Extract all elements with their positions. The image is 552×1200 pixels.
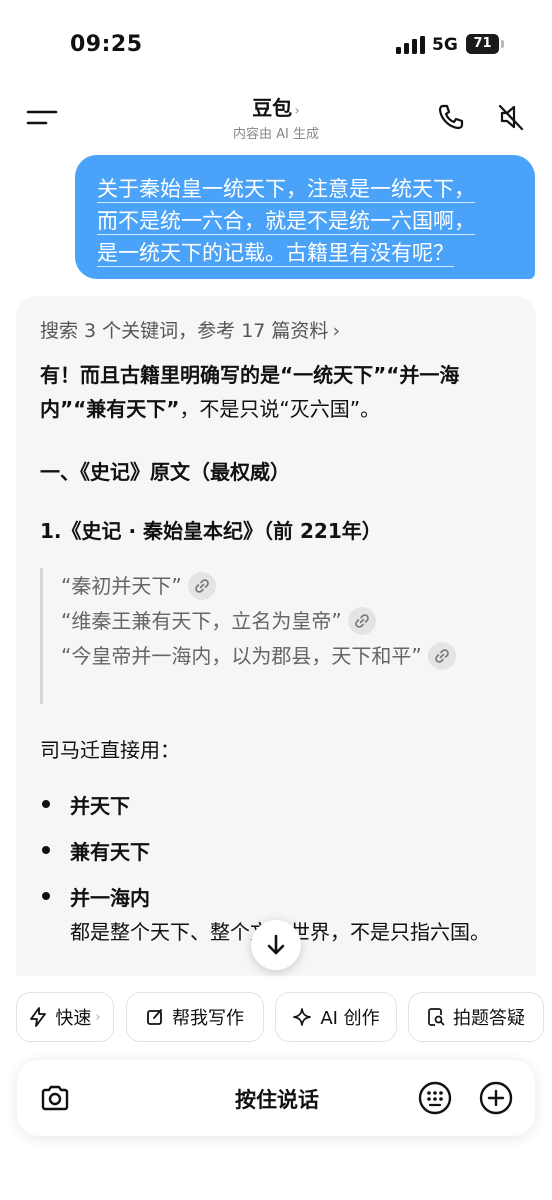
section-heading: 一、《史记》原文（最权威） [40,460,290,484]
chevron-right-icon: › [332,320,341,342]
scroll-down-button[interactable] [251,920,301,970]
photo-qa-button[interactable]: 拍题答疑 [408,992,544,1042]
photo-qa-label: 拍题答疑 [453,1008,525,1029]
quote-block: “秦初并天下” “维秦王兼有天下，立名为皇帝” “今皇帝并一海内，以为郡县，天下… [40,568,512,704]
ai-disclaimer: 内容由 AI 生成 [233,127,319,142]
chat-title: 豆包 [252,96,293,120]
input-bar: 按住说话 [17,1060,535,1136]
intro-part: ，不是只说“灭六国”。 [179,397,381,421]
list-item: 兼有天下 [40,827,512,873]
user-message-text: 关于秦始皇一统天下，注意是一统天下， 而不是统一六合，就是不是统一六国啊， 是一… [97,173,515,269]
search-references-link[interactable]: 搜索 3 个关键词，参考 17 篇资料 › [40,316,512,348]
fast-mode-label: 快速 [55,1008,92,1029]
lead-text: 司马迁直接用： [40,738,180,762]
quote-line: “今皇帝并一海内，以为郡县，天下和平” [61,638,512,673]
chevron-right-icon: › [95,1009,101,1025]
list-item: 并天下 [40,781,512,827]
list-item: 并一海内 [40,873,512,919]
menu-icon[interactable] [26,104,58,130]
quick-actions-bar: 快速 › 帮我写作 AI 创作 拍题答疑 [0,982,552,1056]
intro-part: 有！而且 [40,363,120,387]
list-item-text: 并一海内 [70,885,150,910]
help-write-button[interactable]: 帮我写作 [126,992,264,1042]
signal-icon [396,36,425,54]
plus-icon[interactable] [479,1081,513,1115]
user-message-line: 是一统天下的记载。古籍里有没有呢？ [97,241,454,267]
hold-to-talk-button[interactable]: 按住说话 [167,1084,387,1114]
battery-icon: 71 [466,34,504,54]
ai-answer-card: 搜索 3 个关键词，参考 17 篇资料 › 有！而且古籍里明确写的是“一统天下”“… [16,296,536,976]
quote-line: “秦初并天下” [61,568,512,603]
network-type: 5G [432,35,458,55]
document-search-icon [428,1008,445,1026]
battery-level: 71 [466,34,499,54]
quote-text: “维秦王兼有天下，立名为皇帝” [61,608,342,633]
speaker-muted-icon[interactable] [496,102,526,132]
keyboard-icon[interactable] [418,1081,452,1115]
link-icon[interactable] [427,641,456,670]
fast-mode-button[interactable]: 快速 › [16,992,114,1042]
quote-text: “今皇帝并一海内，以为郡县，天下和平” [61,643,422,668]
help-write-label: 帮我写作 [172,1008,244,1029]
section-subheading: 1.《史记 · 秦始皇本纪》（前 221年） [40,519,382,543]
quote-line: “维秦王兼有天下，立名为皇帝” [61,603,512,638]
arrow-down-icon [267,934,285,955]
user-message-line: 关于秦始皇一统天下，注意是一统天下， [97,177,475,203]
answer-intro: 有！而且古籍里明确写的是“一统天下”“并一海内”“兼有天下”，不是只说“灭六国”… [40,358,512,426]
link-icon[interactable] [347,606,376,635]
camera-icon[interactable] [39,1083,71,1113]
title-chevron-icon: › [294,103,300,119]
status-bar: 09:25 5G 71 [0,0,552,84]
user-message-line: 而不是统一六合，就是不是统一六国啊， [97,209,475,235]
chat-header: 豆包 › 内容由 AI 生成 [0,84,552,150]
chat-title-area[interactable]: 豆包 › 内容由 AI 生成 [176,92,376,142]
ai-create-label: AI 创作 [320,1008,380,1029]
list-item-text: 兼有天下 [70,839,150,864]
status-time: 09:25 [70,32,143,57]
sparkle-icon [293,1008,312,1026]
link-icon[interactable] [187,571,216,600]
edit-icon [147,1009,162,1025]
list-item-text: 并天下 [70,793,130,818]
ai-create-button[interactable]: AI 创作 [275,992,397,1042]
quote-text: “秦初并天下” [61,573,182,598]
phone-icon[interactable] [436,102,466,132]
user-message-bubble[interactable]: 关于秦始皇一统天下，注意是一统天下， 而不是统一六合，就是不是统一六国啊， 是一… [75,155,535,279]
search-references-text: 搜索 3 个关键词，参考 17 篇资料 [40,320,329,342]
lightning-icon [30,1007,47,1027]
